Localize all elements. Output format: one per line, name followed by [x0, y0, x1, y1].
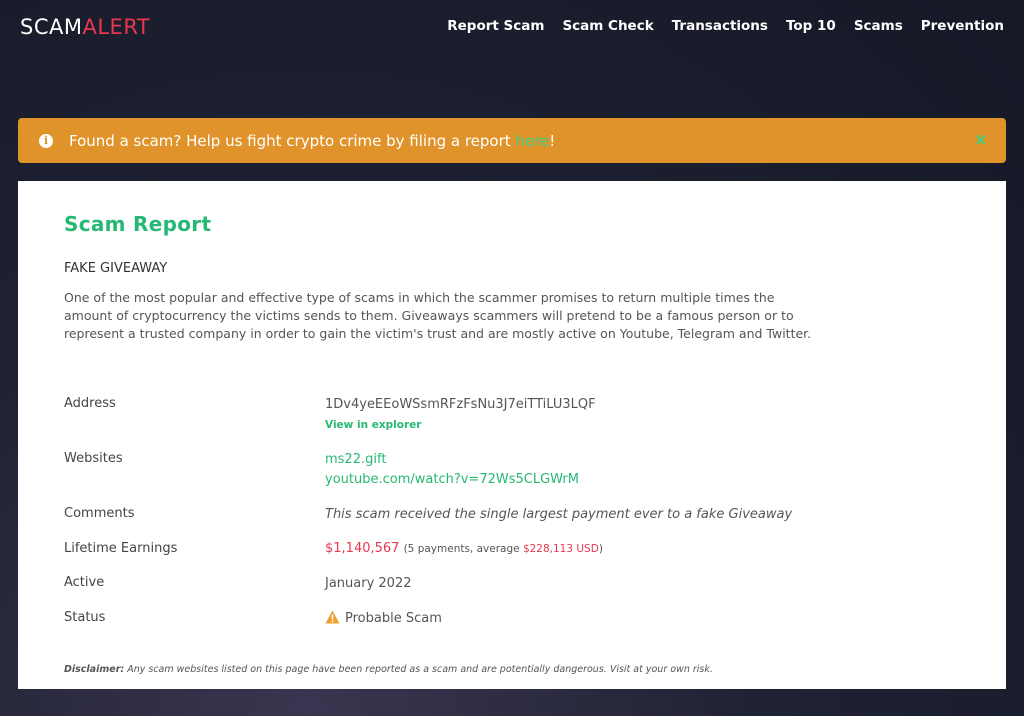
lifetime-earnings-value: $1,140,567 (5 payments, average $228,113… [325, 541, 603, 556]
site-logo[interactable]: SCAMALERT [20, 15, 150, 39]
nav-report-scam[interactable]: Report Scam [447, 18, 544, 34]
lifetime-earnings-label: Lifetime Earnings [64, 541, 178, 556]
logo-alert: ALERT [82, 15, 151, 39]
scam-description: One of the most popular and effective ty… [64, 290, 812, 341]
nav-scams[interactable]: Scams [854, 18, 903, 34]
address-value: 1Dv4yeEEoWSsmRFzFsNu3J7eiTTiLU3LQF [325, 397, 596, 412]
scam-report-card: Scam Report FAKE GIVEAWAY One of the mos… [18, 181, 1006, 689]
comments-value: This scam received the single largest pa… [325, 507, 793, 522]
comments-label: Comments [64, 506, 135, 521]
report-banner: i Found a scam? Help us fight crypto cri… [18, 118, 1006, 163]
address-label: Address [64, 396, 116, 411]
nav-prevention[interactable]: Prevention [921, 18, 1004, 34]
earnings-detail-after: ) [598, 543, 603, 555]
nav-scam-check[interactable]: Scam Check [562, 18, 653, 34]
earnings-detail-before: (5 payments, average [403, 543, 523, 555]
page-title: Scam Report [64, 212, 212, 236]
nav-top-10[interactable]: Top 10 [786, 18, 836, 34]
websites-label: Websites [64, 451, 123, 466]
website-link-1[interactable]: ms22.gift [325, 452, 386, 467]
status-value: Probable Scam [325, 610, 442, 626]
earnings-detail: (5 payments, average $228,113 USD) [404, 543, 603, 555]
site-header: SCAMALERT Report Scam Scam Check Transac… [0, 0, 1024, 54]
banner-text-after: ! [549, 131, 556, 150]
disclaimer-label: Disclaimer: [64, 664, 125, 675]
website-link-2[interactable]: youtube.com/watch?v=72Ws5CLGWrM [325, 472, 579, 487]
warning-icon [325, 610, 340, 624]
banner-text-before: Found a scam? Help us fight crypto crime… [69, 131, 516, 150]
disclaimer-text: Any scam websites listed on this page ha… [124, 664, 713, 675]
logo-scam: SCAM [20, 15, 83, 39]
view-in-explorer-link[interactable]: View in explorer [325, 419, 421, 431]
close-icon[interactable]: × [974, 130, 988, 150]
banner-here-link[interactable]: here [515, 132, 549, 150]
nav-transactions[interactable]: Transactions [672, 18, 768, 34]
earnings-average: $228,113 USD [522, 543, 599, 555]
active-value: January 2022 [325, 576, 412, 591]
scam-type: FAKE GIVEAWAY [64, 261, 168, 276]
info-icon: i [39, 133, 53, 148]
earnings-total: $1,140,567 [325, 541, 400, 556]
main-nav: Report Scam Scam Check Transactions Top … [447, 18, 1004, 34]
active-label: Active [64, 575, 105, 590]
status-text: Probable Scam [345, 611, 442, 626]
disclaimer: Disclaimer: Any scam websites listed on … [64, 664, 713, 675]
status-label: Status [64, 610, 106, 625]
banner-text: Found a scam? Help us fight crypto crime… [69, 132, 555, 150]
